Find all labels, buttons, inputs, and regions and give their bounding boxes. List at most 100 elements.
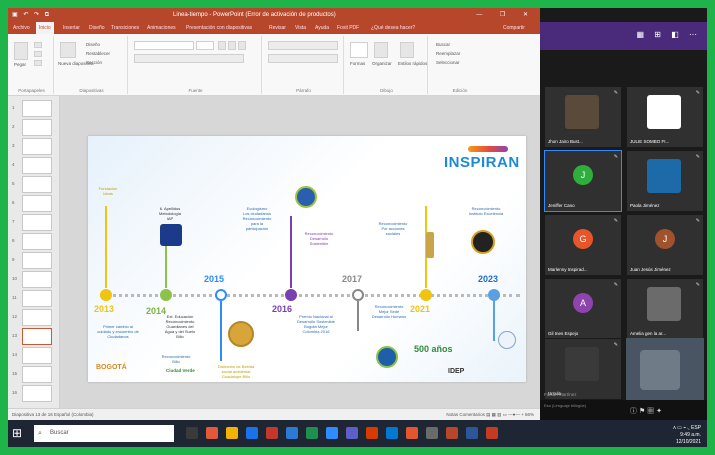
copy-icon[interactable]	[34, 51, 42, 57]
window-controls[interactable]: — ❐ ✕	[476, 8, 536, 22]
participant-tile[interactable]: ✎ Amelia gen la ar...	[626, 278, 704, 340]
tab-presentacion[interactable]: Presentación con diapositivas	[183, 22, 255, 34]
layout-button[interactable]: Diseño	[86, 42, 100, 47]
slide-thumbnail[interactable]: 5	[12, 176, 52, 193]
file-explorer-icon[interactable]	[226, 427, 238, 439]
edge-icon[interactable]	[246, 427, 258, 439]
app-icon-2[interactable]	[426, 427, 438, 439]
slide-thumbnail[interactable]: 13	[12, 328, 52, 345]
tell-me-search[interactable]: ¿Qué desea hacer?	[368, 22, 418, 34]
slide-thumbnail[interactable]: 8	[12, 233, 52, 250]
select-button[interactable]: Seleccionar	[436, 60, 460, 65]
paste-icon[interactable]	[14, 42, 28, 60]
powerpoint-taskbar-icon[interactable]	[206, 427, 218, 439]
clear-format-icon[interactable]	[238, 41, 246, 50]
tab-foxit[interactable]: Foxit PDF	[334, 22, 362, 34]
tray-icons[interactable]: ʌ ▭ ⌁ ◟ ESP	[673, 425, 701, 432]
tab-revisar[interactable]: Revisar	[266, 22, 289, 34]
node-2013[interactable]	[100, 289, 112, 301]
tab-archivo[interactable]: Archivo	[10, 22, 33, 34]
tab-insertar[interactable]: Insertar	[60, 22, 83, 34]
slide-thumbnail[interactable]: 2	[12, 119, 52, 136]
zoom-view-controls[interactable]: ▦ ⊞ ◧ ⋯	[637, 30, 702, 39]
slide-thumbnail[interactable]: 16	[12, 385, 52, 402]
paste-button[interactable]: Pegar	[14, 62, 26, 67]
cut-icon[interactable]	[34, 42, 42, 48]
shapes-gallery[interactable]	[350, 42, 368, 58]
slide-thumbnail[interactable]: 7	[12, 214, 52, 231]
quick-access-toolbar[interactable]: ▣ ↶ ↷ ⧉	[12, 8, 51, 22]
slide-thumbnail[interactable]: 11	[12, 290, 52, 307]
slide-thumbnail[interactable]: 12	[12, 309, 52, 326]
app-icon-4[interactable]	[466, 427, 478, 439]
participant-tile[interactable]: ✎ JULIE SOMBO FI...	[626, 86, 704, 148]
slide-thumbnail[interactable]: 14	[12, 347, 52, 364]
tab-animaciones[interactable]: Animaciones	[144, 22, 179, 34]
app-icon-5[interactable]	[486, 427, 498, 439]
slide-thumbnail[interactable]: 10	[12, 271, 52, 288]
tab-transiciones[interactable]: Transiciones	[108, 22, 142, 34]
participant-tile[interactable]: G ✎ Marlenny Inspirad...	[544, 214, 622, 276]
slide-canvas[interactable]: INSPIRAN 2013 2014 2015 2016 2017 2021 2…	[88, 136, 526, 382]
ribbon: Pegar Portapapeles Nueva diapositiva Dis…	[8, 34, 540, 96]
node-2021[interactable]	[420, 289, 432, 301]
node-2016[interactable]	[285, 289, 297, 301]
office-icon[interactable]	[366, 427, 378, 439]
participant-tile[interactable]: ✎ Paola Jiménez	[626, 150, 704, 212]
participant-tile[interactable]: ✎ Jhon Jairo Bust...	[544, 86, 622, 148]
tab-inicio[interactable]: Inicio	[36, 22, 54, 34]
slide-thumbnail[interactable]: 9	[12, 252, 52, 269]
tab-vista[interactable]: Vista	[292, 22, 309, 34]
quick-styles-icon[interactable]	[400, 42, 414, 58]
align-buttons[interactable]	[268, 54, 338, 63]
slide-thumbnail[interactable]: 4	[12, 157, 52, 174]
section-button[interactable]: Sección	[86, 60, 102, 65]
find-button[interactable]: Buscar	[436, 42, 450, 47]
word-icon[interactable]	[286, 427, 298, 439]
app-icon-3[interactable]	[446, 427, 458, 439]
desktop-screen: ▣ ↶ ↷ ⧉ Linea-tiempo - PowerPoint (Error…	[8, 8, 707, 447]
share-button[interactable]: Compartir	[500, 22, 528, 34]
node-2017[interactable]	[352, 289, 364, 301]
excel-icon[interactable]	[306, 427, 318, 439]
shapes-button[interactable]: Formas	[350, 61, 365, 66]
reset-button[interactable]: Restablecer	[86, 51, 110, 56]
participant-tile[interactable]: A ✎ Gil Ines Espejo	[544, 278, 622, 340]
slide-thumbnail[interactable]: 3	[12, 138, 52, 155]
task-view-icon[interactable]	[186, 427, 198, 439]
grow-font-icon[interactable]	[218, 41, 226, 50]
participant-tile[interactable]: ✎ Ursula	[544, 338, 622, 400]
slide-thumbnail[interactable]: 1	[12, 100, 52, 117]
arrange-button[interactable]: Organizar	[372, 61, 392, 66]
list-buttons[interactable]	[268, 41, 338, 50]
arrange-icon[interactable]	[374, 42, 388, 58]
node-2023[interactable]	[488, 289, 500, 301]
node-2014[interactable]	[160, 289, 172, 301]
zoom-taskbar-icon[interactable]	[326, 427, 338, 439]
system-tray[interactable]: ʌ ▭ ⌁ ◟ ESP 9:49 a.m. 12/10/2021	[673, 425, 701, 446]
windows-start-icon[interactable]: ⊞	[12, 426, 26, 440]
font-size-select[interactable]	[196, 41, 214, 50]
slide-thumbnail[interactable]: 6	[12, 195, 52, 212]
new-slide-icon[interactable]	[60, 42, 76, 58]
participant-tile[interactable]: J ✎ Jeniffer Cano	[544, 150, 622, 212]
participant-tile[interactable]: J ✎ Juan Jesús Jiménez	[626, 214, 704, 276]
outlook-icon[interactable]	[386, 427, 398, 439]
zoom-bottom-controls[interactable]: ⓘ ⚑ ▦ ✦	[630, 406, 662, 416]
speaker-video-tile[interactable]	[626, 338, 704, 400]
tab-ayuda[interactable]: Ayuda	[312, 22, 332, 34]
shrink-font-icon[interactable]	[228, 41, 236, 50]
quick-styles-button[interactable]: Estilos rápidos	[398, 61, 427, 66]
chrome-icon[interactable]	[266, 427, 278, 439]
font-family-select[interactable]	[134, 41, 194, 50]
taskbar-search-input[interactable]: Buscar	[34, 425, 174, 442]
tab-diseno[interactable]: Diseño	[86, 22, 108, 34]
app-icon-1[interactable]	[406, 427, 418, 439]
note-2016-bottom: Premio Nacional al Desarrollo Sostenible B…	[296, 314, 336, 334]
font-style-buttons[interactable]	[134, 54, 244, 63]
format-painter-icon[interactable]	[34, 60, 42, 66]
node-2015[interactable]	[215, 289, 227, 301]
teams-icon[interactable]	[346, 427, 358, 439]
replace-button[interactable]: Reemplazar	[436, 51, 460, 56]
slide-thumbnail[interactable]: 15	[12, 366, 52, 383]
